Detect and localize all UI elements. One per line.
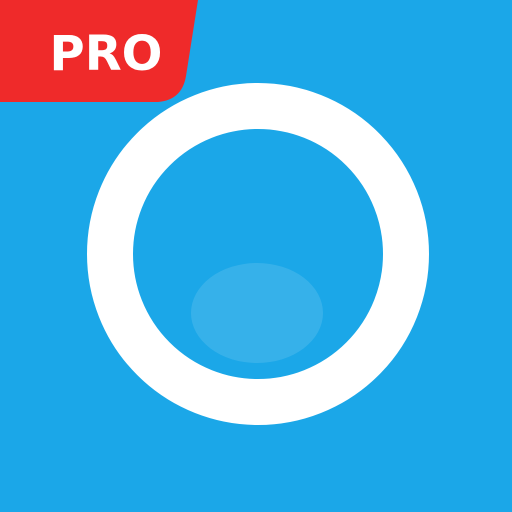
pro-badge: PRO — [0, 0, 198, 102]
pro-badge-label: PRO — [50, 26, 163, 82]
app-icon-graphic: PRO — [0, 0, 512, 512]
app-icon: PRO — [0, 0, 512, 512]
inner-highlight-icon — [191, 263, 323, 363]
